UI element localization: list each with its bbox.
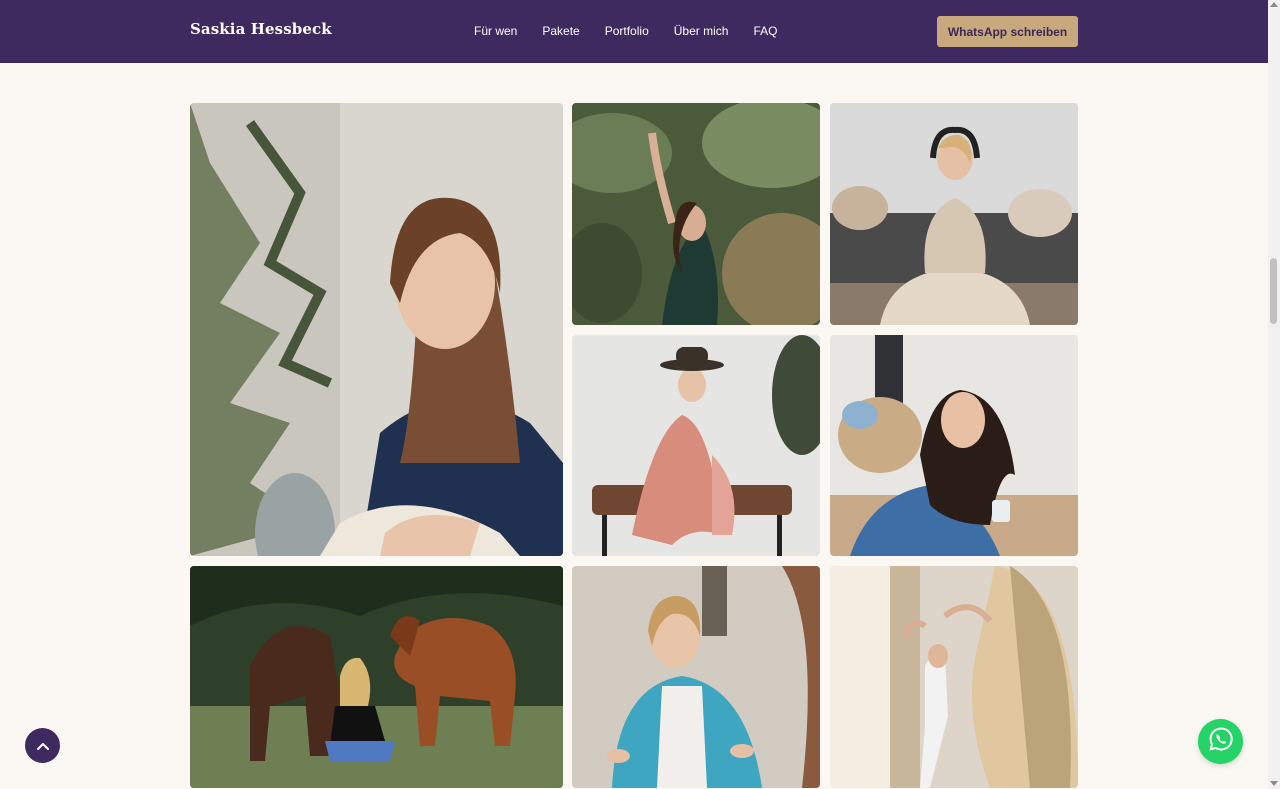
nav-link-portfolio[interactable]: Portfolio xyxy=(605,24,649,38)
brand-logo[interactable]: Saskia Hessbeck xyxy=(190,20,332,38)
page-scrollbar[interactable] xyxy=(1268,0,1280,789)
whatsapp-cta-button[interactable]: WhatsApp schreiben xyxy=(937,16,1078,47)
whatsapp-icon xyxy=(1208,726,1234,757)
photo-women-stretching-window[interactable] xyxy=(830,566,1078,788)
photo-woman-meditating[interactable] xyxy=(830,103,1078,325)
photo-woman-turquoise-cardigan[interactable] xyxy=(572,566,820,788)
chevron-up-icon xyxy=(36,737,49,755)
photo-woman-smiling-mug[interactable] xyxy=(830,335,1078,556)
back-to-top-button[interactable] xyxy=(25,728,60,763)
nav-link-fuer-wen[interactable]: Für wen xyxy=(474,24,517,38)
photo-portrait-woman-navy-blouse[interactable] xyxy=(190,103,563,556)
scroll-thumb[interactable] xyxy=(1270,258,1277,324)
photo-woman-horses[interactable] xyxy=(190,566,563,788)
nav-link-ueber-mich[interactable]: Über mich xyxy=(674,24,729,38)
site-header: Saskia Hessbeck Für wen Pakete Portfolio… xyxy=(0,0,1268,63)
whatsapp-float-button[interactable] xyxy=(1198,719,1243,764)
nav-link-pakete[interactable]: Pakete xyxy=(542,24,579,38)
photo-woman-hat-bench[interactable] xyxy=(572,335,820,556)
photo-woman-stretching-plants[interactable] xyxy=(572,103,820,325)
main-nav: Für wen Pakete Portfolio Über mich FAQ xyxy=(474,24,802,38)
nav-link-faq[interactable]: FAQ xyxy=(753,24,777,38)
scroll-up-arrow[interactable] xyxy=(1270,2,1278,7)
scroll-down-arrow[interactable] xyxy=(1270,781,1278,786)
